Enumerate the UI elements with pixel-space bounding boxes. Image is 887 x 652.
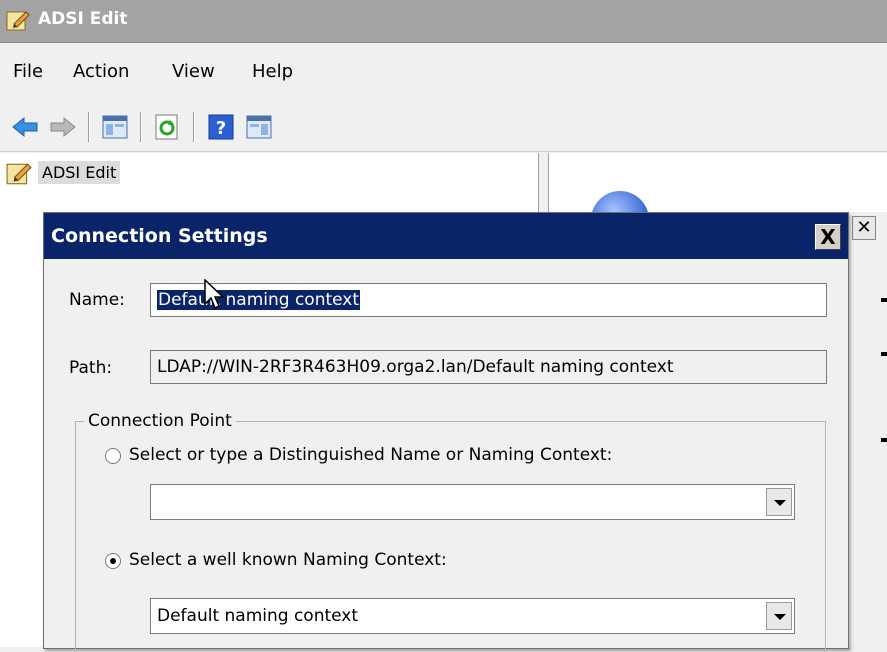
- mouse-cursor-icon: [204, 279, 225, 310]
- text-fragment: [881, 298, 887, 302]
- toolbar-separator: [140, 112, 142, 142]
- text-fragment: [881, 438, 887, 442]
- menu-file[interactable]: File: [13, 61, 43, 82]
- show-hide-action-pane-icon[interactable]: [244, 112, 274, 142]
- path-label: Path:: [69, 358, 113, 378]
- toolbar-separator: [88, 112, 90, 142]
- adsi-edit-icon: [6, 163, 32, 185]
- dialog-title: Connection Settings: [51, 225, 268, 247]
- tree-root-label: ADSI Edit: [38, 161, 121, 184]
- naming-context-combobox[interactable]: Default naming context: [150, 598, 795, 634]
- menu-help[interactable]: Help: [252, 61, 293, 82]
- background-dialog-edge: [852, 212, 887, 647]
- background-dialog-close-button[interactable]: ✕: [852, 216, 876, 240]
- option2-radio[interactable]: [105, 553, 121, 569]
- menu-action[interactable]: Action: [73, 61, 129, 82]
- chevron-down-icon[interactable]: [766, 602, 792, 630]
- adsi-edit-icon: [6, 11, 30, 31]
- menu-view[interactable]: View: [172, 61, 215, 82]
- window-title: ADSI Edit: [38, 9, 128, 29]
- chevron-down-icon[interactable]: [766, 488, 792, 516]
- menu-bar: File Action View Help: [0, 43, 887, 103]
- option1-radio[interactable]: [105, 448, 121, 464]
- connection-settings-dialog: Connection Settings X Name: Default nami…: [43, 212, 849, 652]
- back-icon[interactable]: [10, 112, 40, 142]
- naming-context-value: Default naming context: [157, 606, 359, 626]
- forward-icon[interactable]: [48, 112, 78, 142]
- option2-label: Select a well known Naming Context:: [129, 550, 447, 570]
- close-icon: X: [820, 225, 836, 249]
- dialog-titlebar: Connection Settings X: [44, 213, 848, 259]
- toolbar: ?: [0, 103, 887, 152]
- text-fragment: [881, 352, 887, 356]
- option1-label: Select or type a Distinguished Name or N…: [129, 445, 613, 465]
- distinguished-name-combobox[interactable]: [150, 484, 795, 520]
- dialog-close-button[interactable]: X: [815, 224, 841, 250]
- toolbar-separator: [193, 112, 195, 142]
- help-icon[interactable]: ?: [206, 112, 236, 142]
- name-field-selected-text: Default naming context: [157, 290, 361, 310]
- name-field[interactable]: Default naming context: [150, 283, 827, 317]
- svg-text:?: ?: [216, 118, 226, 139]
- name-label: Name:: [69, 290, 125, 310]
- window-titlebar: ADSI Edit: [0, 0, 887, 43]
- path-field: LDAP://WIN-2RF3R463H09.orga2.lan/Default…: [150, 350, 827, 384]
- refresh-icon[interactable]: [152, 112, 182, 142]
- show-hide-console-tree-icon[interactable]: [100, 112, 130, 142]
- radio-selected-dot: [110, 558, 116, 564]
- connection-point-legend: Connection Point: [84, 411, 236, 431]
